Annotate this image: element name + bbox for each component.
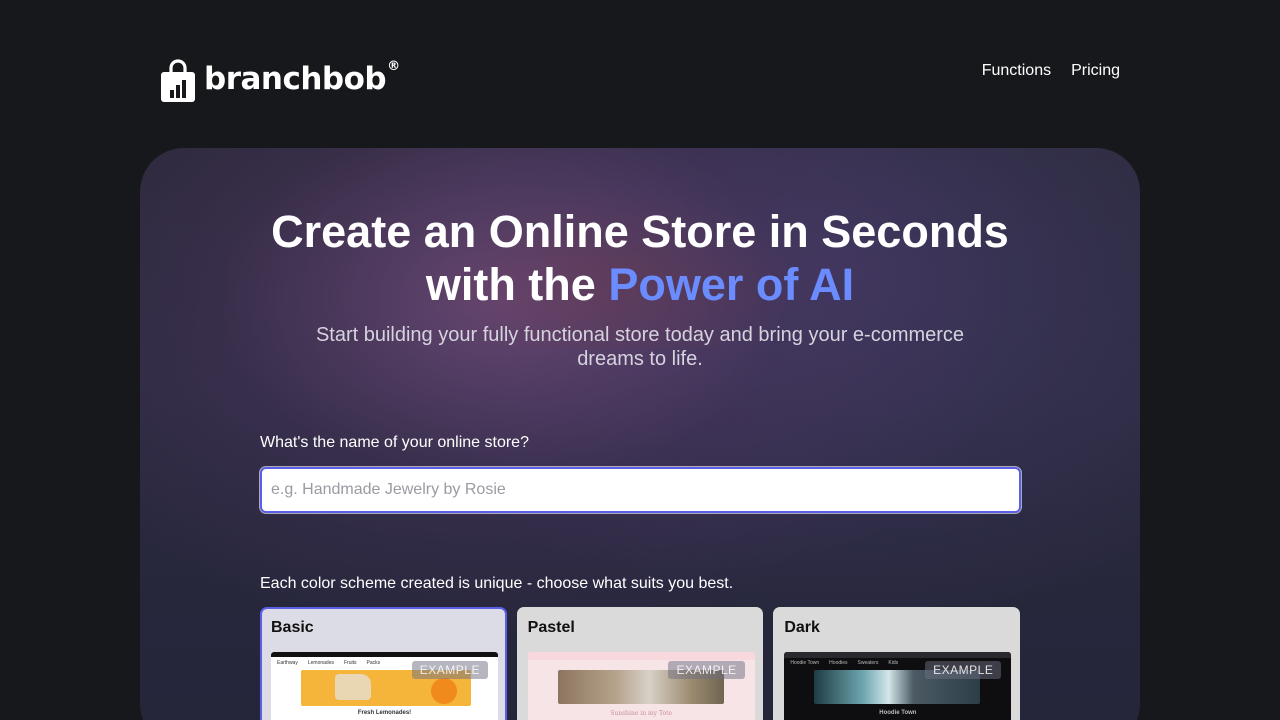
- scheme-name: Dark: [784, 619, 820, 636]
- scheme-preview-pastel: Sunshine in my Tote EXAMPLE: [527, 652, 755, 720]
- hero-title-accent: Power of AI: [608, 259, 855, 310]
- hero-title-line1: Create an Online Store in Seconds: [271, 206, 1009, 257]
- store-name-input[interactable]: [260, 467, 1021, 513]
- main-nav: Functions Pricing: [982, 56, 1120, 80]
- store-name-label: What's the name of your online store?: [260, 434, 529, 451]
- registered-mark: ®: [387, 58, 400, 74]
- hero-title-line2-prefix: with the: [425, 259, 609, 310]
- site-header: branchbob® Functions Pricing: [160, 56, 1120, 106]
- preview-orange-image: [431, 678, 457, 704]
- brand-name: branchbob®: [204, 58, 400, 97]
- example-badge: EXAMPLE: [925, 661, 1002, 679]
- shopping-bag-icon: [161, 59, 195, 102]
- hero-subtitle: Start building your fully functional sto…: [315, 324, 965, 370]
- hero-title: Create an Online Store in Seconds with t…: [140, 205, 1140, 311]
- nav-pricing-link[interactable]: Pricing: [1071, 62, 1120, 80]
- example-badge: EXAMPLE: [668, 661, 745, 679]
- preview-product-image: [335, 674, 371, 700]
- brand-logo[interactable]: branchbob®: [160, 56, 400, 106]
- preview-caption: Fresh Lemonades!: [357, 710, 412, 716]
- example-badge: EXAMPLE: [411, 661, 488, 679]
- scheme-preview-dark: Hoodie Town Hoodies Sweaters Kids Hoodie…: [784, 652, 1012, 720]
- scheme-preview-basic: Earthway Lemonades Fruits Packs Fresh Le…: [271, 652, 498, 720]
- scheme-option-pastel[interactable]: Pastel Sunshine in my Tote EXAMPLE: [516, 607, 764, 720]
- color-scheme-options: Basic Earthway Lemonades Fruits Packs Fr…: [260, 607, 1021, 720]
- preview-caption: Sunshine in my Tote: [610, 710, 673, 717]
- scheme-option-basic[interactable]: Basic Earthway Lemonades Fruits Packs Fr…: [260, 607, 507, 720]
- scheme-option-dark[interactable]: Dark Hoodie Town Hoodies Sweaters Kids H…: [773, 607, 1021, 720]
- preview-caption: Hoodie Town: [879, 710, 917, 716]
- color-scheme-label: Each color scheme created is unique - ch…: [260, 575, 734, 592]
- scheme-name: Basic: [271, 619, 314, 636]
- nav-functions-link[interactable]: Functions: [982, 62, 1051, 80]
- scheme-name: Pastel: [527, 619, 575, 636]
